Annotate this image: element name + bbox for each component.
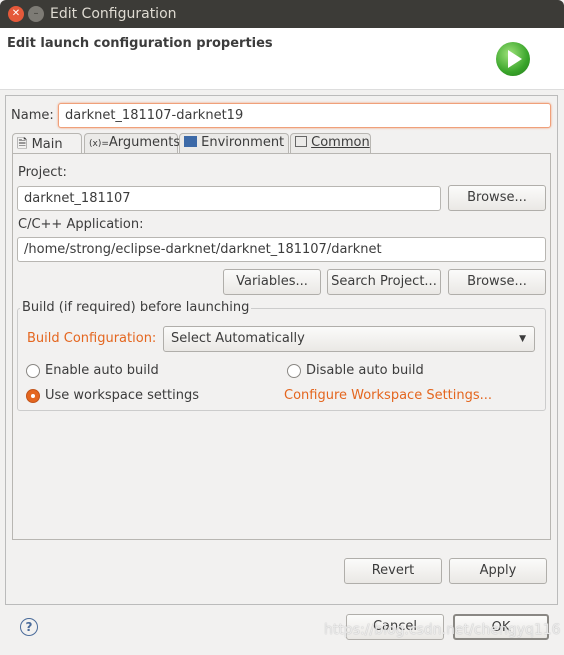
enable-auto-build-radio[interactable] [26, 364, 40, 378]
tab-common[interactable]: Common [290, 133, 371, 153]
use-workspace-settings-label: Use workspace settings [45, 388, 199, 403]
window-title: Edit Configuration [50, 6, 177, 22]
watermark: https://blog.csdn.net/chengyq116 [324, 622, 561, 638]
variables-button[interactable]: Variables... [223, 269, 321, 295]
build-group-label: Build (if required) before launching [20, 300, 252, 315]
chevron-down-icon: ▼ [519, 334, 526, 344]
disable-auto-build-label: Disable auto build [306, 363, 424, 378]
browse-project-button[interactable]: Browse... [448, 185, 546, 211]
tab-environment[interactable]: Environment [179, 133, 289, 153]
dialog-header: Edit launch configuration properties [0, 28, 564, 90]
build-config-select[interactable]: Select Automatically ▼ [163, 326, 535, 352]
minimize-window-button[interactable]: – [28, 6, 44, 22]
browse-application-button[interactable]: Browse... [448, 269, 546, 295]
build-config-label: Build Configuration: [27, 331, 157, 346]
name-input[interactable]: darknet_181107-darknet19 [58, 103, 551, 128]
environment-icon [184, 136, 197, 147]
help-icon[interactable]: ? [20, 618, 38, 636]
file-icon: 🗎 [17, 137, 28, 152]
title-bar: ✕ – Edit Configuration [0, 0, 564, 28]
run-icon [496, 42, 530, 76]
tab-main[interactable]: 🗎 Main [12, 133, 82, 154]
configure-workspace-link[interactable]: Configure Workspace Settings... [284, 388, 492, 403]
project-input[interactable]: darknet_181107 [17, 186, 441, 211]
close-window-button[interactable]: ✕ [8, 6, 24, 22]
apply-button[interactable]: Apply [449, 558, 547, 584]
revert-button[interactable]: Revert [344, 558, 442, 584]
application-label: C/C++ Application: [18, 217, 144, 232]
search-project-button[interactable]: Search Project... [327, 269, 441, 295]
variable-icon: (x)= [89, 139, 109, 149]
use-workspace-settings-radio[interactable] [26, 389, 40, 403]
table-icon [295, 136, 307, 147]
disable-auto-build-radio[interactable] [287, 364, 301, 378]
project-label: Project: [18, 165, 67, 180]
name-label: Name: [11, 108, 54, 123]
header-title: Edit launch configuration properties [7, 36, 273, 51]
tab-arguments[interactable]: (x)=Arguments [84, 133, 180, 153]
application-input[interactable]: /home/strong/eclipse-darknet/darknet_181… [17, 237, 546, 262]
enable-auto-build-label: Enable auto build [45, 363, 159, 378]
